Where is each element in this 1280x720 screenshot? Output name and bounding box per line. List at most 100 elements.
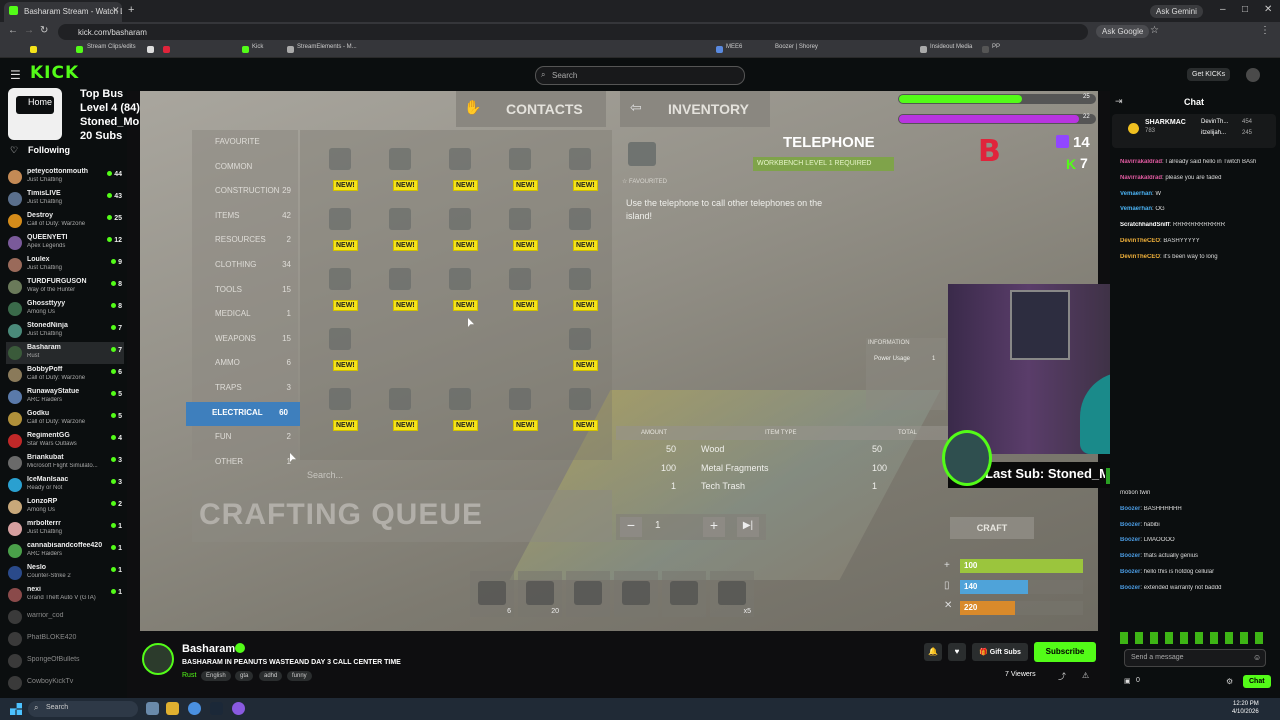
sidebar-channel-offline[interactable]: CowboyKickTv [6, 672, 124, 694]
chat-username: Boozer [1120, 505, 1141, 512]
notification-bell-button[interactable]: 🔔 [924, 643, 942, 661]
follow-heart-button[interactable]: ♥ [948, 643, 966, 661]
new-badge: NEW! [333, 240, 358, 251]
category-count: 42 [282, 210, 291, 220]
bookmark-icon[interactable] [30, 46, 37, 53]
youtube-icon[interactable] [163, 46, 170, 53]
maximize-icon[interactable]: □ [1242, 4, 1248, 15]
menu-dots-icon[interactable]: ⋮ [1260, 25, 1270, 36]
chat-input[interactable]: Send a message [1124, 649, 1266, 667]
home-link[interactable]: Home [28, 97, 52, 107]
sidebar-channel-mrbolterrr[interactable]: mrbolterrr Just Chatting 1 [6, 518, 124, 540]
sidebar-channel-timislive[interactable]: TimisLIVE Just Chatting 43 [6, 188, 124, 210]
category-label: OTHER [215, 456, 243, 466]
bookmark-item[interactable]: Insideout Media [930, 44, 972, 50]
emoji-icon[interactable]: ☺ [1253, 653, 1261, 662]
send-chat-button[interactable]: Chat [1243, 675, 1271, 688]
sidebar-channel-cannabisandcoffee420[interactable]: cannabisandcoffee420 ARC Raiders 1 [6, 540, 124, 562]
channel-name: SpongeOfBullets [27, 656, 80, 663]
report-icon[interactable]: ⚠ [1082, 671, 1089, 680]
channel-game: Just Chatting [27, 199, 63, 205]
x-icon[interactable] [147, 46, 154, 53]
back-icon[interactable]: ← [8, 25, 18, 36]
tag[interactable]: funny [287, 671, 312, 681]
mee6-icon[interactable] [716, 46, 723, 53]
kick-icon[interactable] [242, 46, 249, 53]
close-window-icon[interactable]: ✕ [1264, 4, 1272, 15]
sidebar-channel-neslo[interactable]: Neslo Counter-Strike 2 1 [6, 562, 124, 584]
gift-subs-button[interactable]: 🎁 Gift Subs [972, 643, 1028, 661]
close-tab-icon[interactable]: ✕ [112, 5, 120, 16]
sidebar-channel-godku[interactable]: Godku Call of Duty: Warzone 5 [6, 408, 124, 430]
viewer-count-value: 1 [118, 523, 122, 530]
file-explorer-icon[interactable] [166, 702, 179, 715]
sidebar-channel-icemanisaac[interactable]: IceManIsaac Ready or Not 3 [6, 474, 124, 496]
sidebar-channel-peteycottonmouth[interactable]: peteycottonmouth Just Chatting 44 [6, 166, 124, 188]
sidebar-channel-turdfurguson[interactable]: TURDFURGUSON Way of the Hunter 8 [6, 276, 124, 298]
sidebar-channel-offline[interactable]: warrior_cod [6, 606, 124, 628]
ask-google-button[interactable]: Ask Google [1096, 25, 1150, 38]
get-kicks-button[interactable]: Get KICKs [1187, 68, 1231, 81]
sidebar-channel-basharam[interactable]: Basharam Rust 7 [6, 342, 124, 364]
bookmark-item[interactable]: PP [992, 44, 1000, 50]
sidebar-channel-loulex[interactable]: Loulex Just Chatting 9 [6, 254, 124, 276]
tag[interactable]: gta [235, 671, 254, 681]
obs-icon[interactable] [232, 702, 245, 715]
bookmark-icon[interactable] [76, 46, 83, 53]
chat-message: ScratchhandSniff: RRRRRRRRRRRR [1120, 222, 1276, 228]
bookmark-item[interactable]: Boozer | Shorey [775, 44, 818, 50]
category-count: 34 [282, 260, 291, 269]
sidebar-channel-offline[interactable]: SpongeOfBullets [6, 650, 124, 672]
bookmark-item[interactable]: Kick [252, 44, 263, 50]
bookmark-star-icon[interactable]: ☆ [1150, 25, 1159, 36]
subscribe-button[interactable]: Subscribe [1034, 642, 1096, 662]
streamelements-icon[interactable] [287, 46, 294, 53]
browser-tab[interactable]: Basharam Stream - Watch Live... [4, 2, 122, 22]
hamburger-menu-icon[interactable]: ☰ [10, 68, 21, 82]
kick-logo[interactable]: KICK [30, 63, 79, 83]
channel-game: Just Chatting [27, 265, 63, 271]
minimize-icon[interactable]: – [1220, 4, 1226, 15]
tag[interactable]: adhd [259, 671, 283, 681]
user-avatar[interactable] [1246, 68, 1260, 82]
forward-icon[interactable]: → [24, 25, 34, 36]
collapse-chat-icon[interactable]: ⇥ [1115, 96, 1123, 107]
bookmark-icon[interactable] [982, 46, 989, 53]
cost-total: 50 [872, 444, 883, 454]
ask-gemini-button[interactable]: Ask Gemini [1150, 5, 1203, 18]
viewer-count: 1 [111, 589, 122, 596]
sidebar-channel-runawaystatue[interactable]: RunawayStatue ARC Raiders 5 [6, 386, 124, 408]
live-dot-icon [111, 479, 117, 484]
bookmark-icon[interactable] [920, 46, 927, 53]
bookmark-item[interactable]: Stream Clips/edits [87, 44, 136, 50]
sidebar-channel-stonedninja[interactable]: StonedNinja Just Chatting 7 [6, 320, 124, 342]
sidebar-channel-briankubat[interactable]: Briankubat Microsoft Flight Simulato... 3 [6, 452, 124, 474]
sidebar-channel-regimentgg[interactable]: RegimentGG Star Wars Outlaws 4 [6, 430, 124, 452]
channel-name: Briankubat [27, 454, 64, 461]
chat-settings-icon[interactable]: ⚙ [1226, 677, 1233, 686]
chrome-icon[interactable] [188, 702, 201, 715]
search-input[interactable]: Search [535, 66, 745, 85]
sidebar-channel-queenyeti[interactable]: QUEENYETI Apex Legends 12 [6, 232, 124, 254]
url-input[interactable]: kick.com/basharam [58, 24, 1088, 40]
emote-row-icons[interactable] [1120, 632, 1270, 644]
sidebar-channel-offline[interactable]: PhatBLOKE420 [6, 628, 124, 650]
power-usage-label: Power Usage [874, 356, 911, 362]
steam-icon[interactable] [210, 702, 223, 715]
bookmark-item[interactable]: StreamElements - M... [297, 44, 357, 50]
channel-name[interactable]: Basharam [182, 643, 235, 655]
game-category-link[interactable]: Rust [182, 672, 196, 679]
task-view-icon[interactable] [146, 702, 159, 715]
taskbar-search[interactable]: Search [28, 701, 138, 717]
reload-icon[interactable]: ↻ [40, 25, 48, 36]
tag[interactable]: English [201, 671, 231, 681]
bookmark-item[interactable]: MEE6 [726, 44, 742, 50]
sidebar-channel-ghossttyyy[interactable]: Ghossttyyy Among Us 8 [6, 298, 124, 320]
share-icon[interactable]: ⤴ [1058, 671, 1066, 682]
sidebar-channel-destroy[interactable]: Destroy Call of Duty: Warzone 25 [6, 210, 124, 232]
new-tab-icon[interactable]: + [128, 4, 134, 16]
channel-avatar[interactable] [142, 643, 174, 675]
sidebar-channel-nexi[interactable]: nexi Grand Theft Auto V (GTA) 1 [6, 584, 124, 606]
sidebar-channel-bobbypoff[interactable]: BobbyPoff Call of Duty: Warzone 6 [6, 364, 124, 386]
sidebar-channel-lonzorp[interactable]: LonzoRP Among Us 2 [6, 496, 124, 518]
